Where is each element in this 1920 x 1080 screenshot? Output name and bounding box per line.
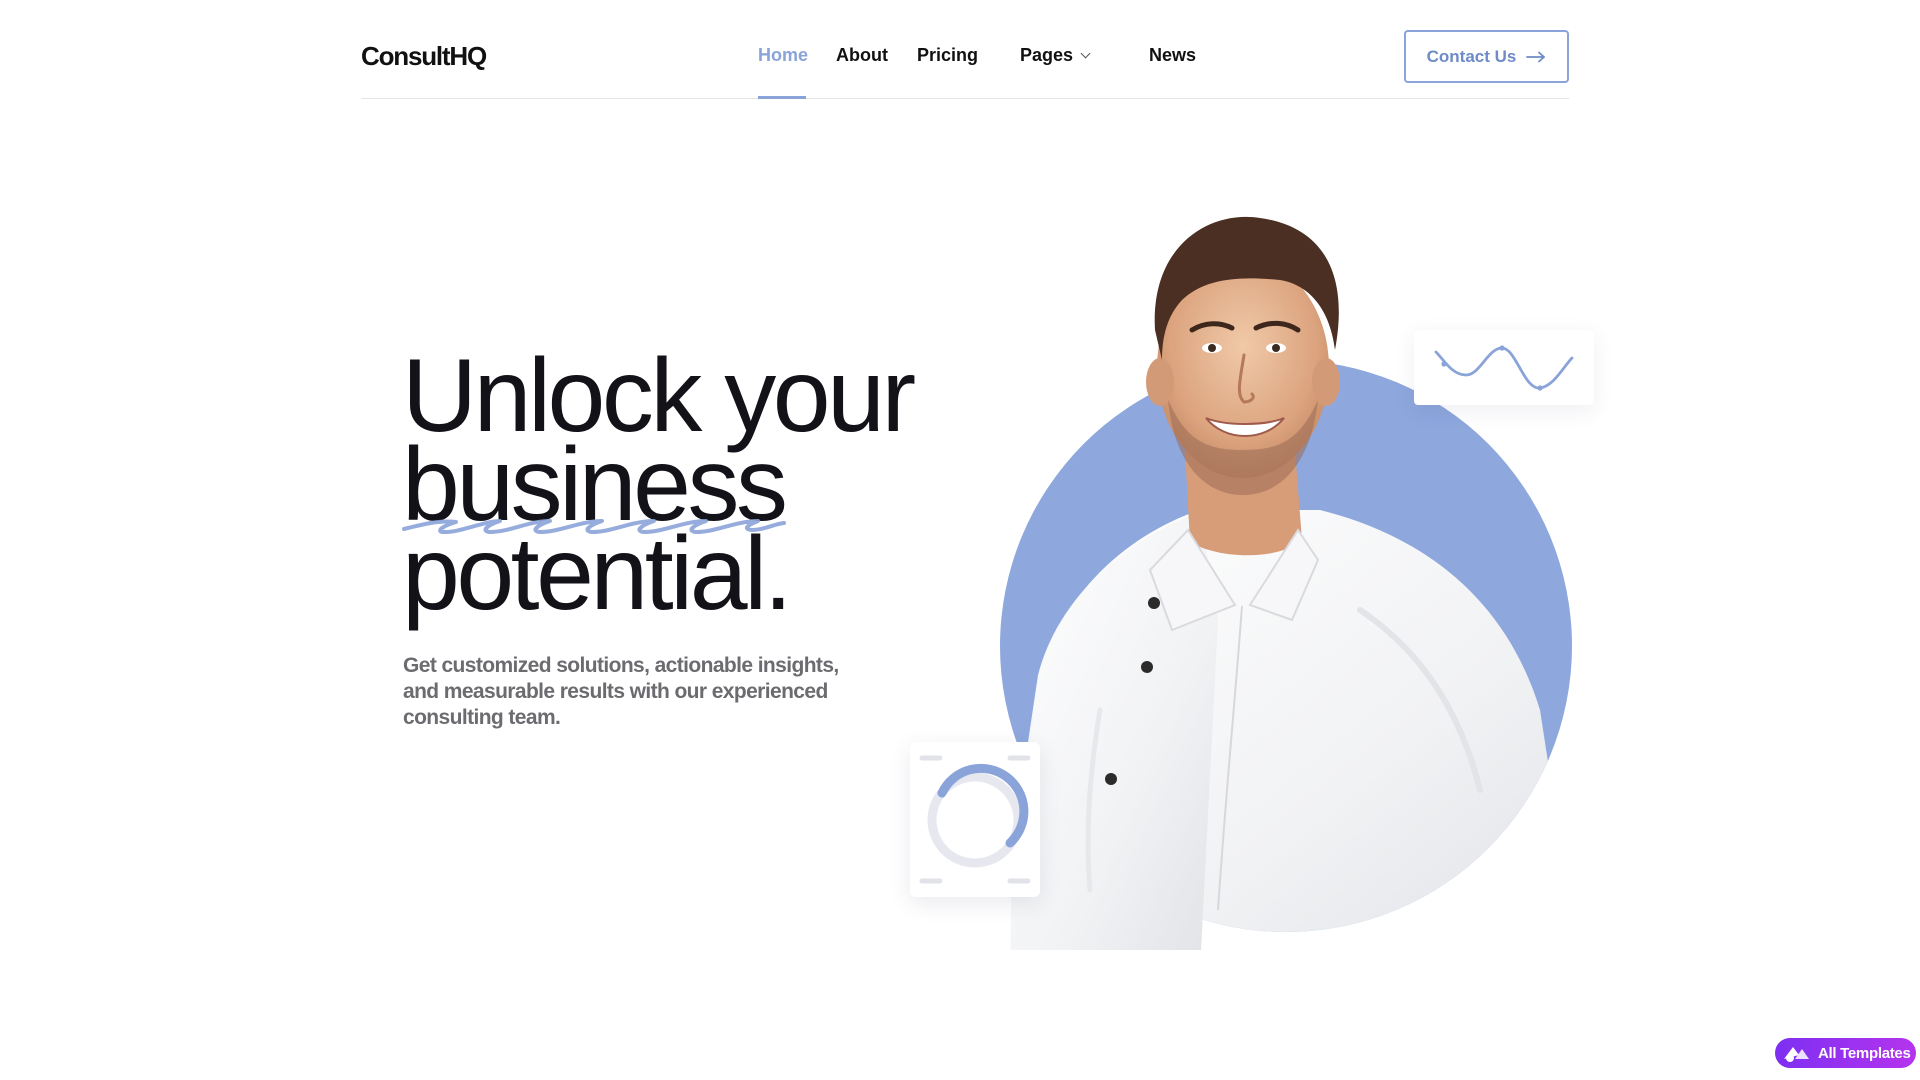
nav-item-pages[interactable]: Pages [1020, 43, 1091, 67]
trend-line-icon [1434, 345, 1574, 391]
contact-us-label: Contact Us [1426, 46, 1517, 66]
templates-logo-icon [1784, 1047, 1809, 1062]
nav-active-indicator [758, 96, 806, 99]
all-templates-badge[interactable]: All Templates [1775, 1038, 1916, 1068]
nav-item-pages-label: Pages [1020, 45, 1074, 65]
hero-title: Unlock your business potential. [402, 344, 916, 632]
hero-visual [900, 150, 1600, 950]
nav-item-pricing[interactable]: Pricing [917, 43, 978, 67]
hero-title-line-3: potential. [402, 516, 793, 632]
nav-item-news[interactable]: News [1149, 43, 1196, 67]
donut-chart-icon [919, 755, 1031, 884]
trend-card [1414, 330, 1594, 405]
contact-us-button[interactable]: Contact Us [1404, 30, 1569, 83]
logo[interactable]: ConsultHQ [361, 39, 487, 73]
chevron-down-icon [1080, 48, 1091, 59]
site-header: ConsultHQ Home About Pricing Pages News … [361, 0, 1569, 99]
arrow-right-icon [1526, 51, 1546, 62]
hero-subtitle: Get customized solutions, actionable ins… [403, 654, 839, 729]
scribble-underline [402, 519, 786, 535]
progress-card [910, 742, 1040, 897]
all-templates-label: All Templates [1818, 1044, 1911, 1062]
nav-item-home[interactable]: Home [758, 43, 808, 67]
nav-item-about[interactable]: About [836, 43, 888, 67]
